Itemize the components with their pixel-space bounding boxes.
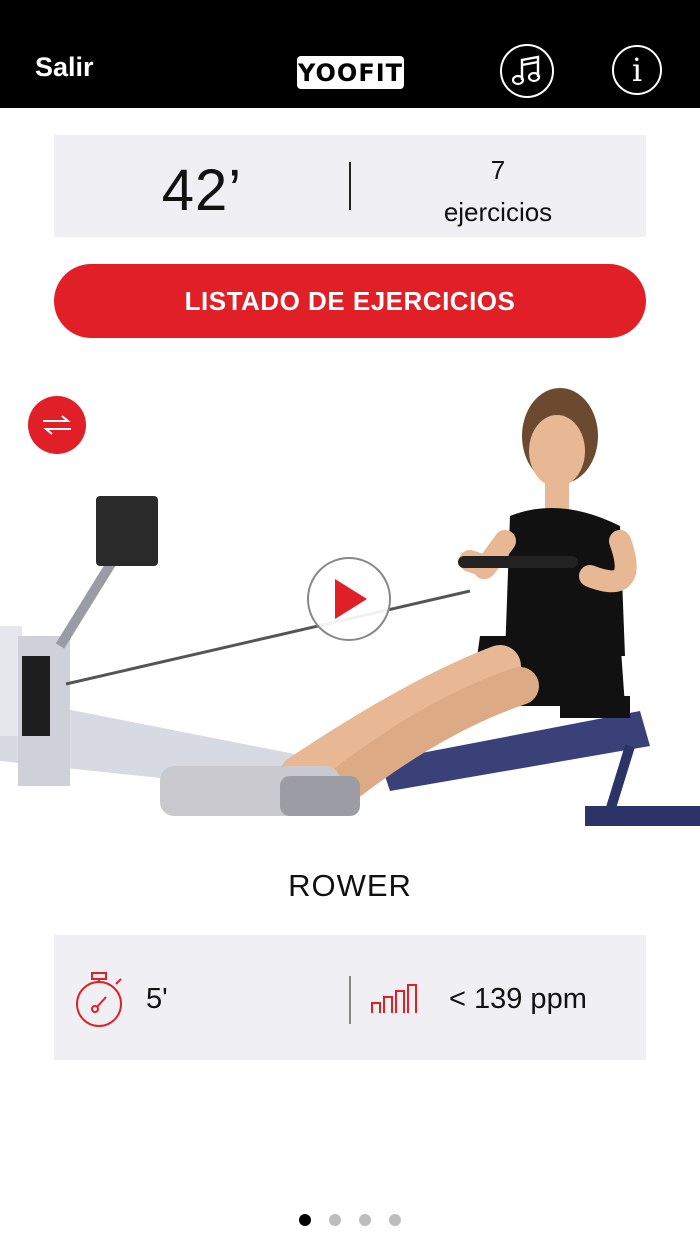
stats-divider bbox=[349, 976, 351, 1024]
play-button[interactable] bbox=[307, 557, 391, 641]
page-dot[interactable] bbox=[389, 1214, 401, 1226]
exercise-count-label: ejercicios bbox=[443, 197, 553, 227]
top-bar: Salir YOOFIT i bbox=[0, 0, 700, 108]
page-dot[interactable] bbox=[329, 1214, 341, 1226]
heart-rate-target: < 139 ppm bbox=[449, 983, 587, 1015]
yoofit-logo: YOOFIT bbox=[297, 56, 404, 89]
page-indicator bbox=[0, 1214, 700, 1228]
total-time: 42’ bbox=[161, 158, 243, 223]
exercise-stats: 5' < 139 ppm bbox=[54, 935, 646, 1060]
exit-button[interactable]: Salir bbox=[35, 52, 94, 83]
info-button[interactable]: i bbox=[612, 45, 662, 95]
workout-summary: 42’ 7 ejercicios bbox=[54, 135, 646, 237]
music-icon bbox=[511, 55, 541, 86]
exercise-list-button[interactable]: LISTADO DE EJERCICIOS bbox=[54, 264, 646, 338]
swap-icon bbox=[43, 415, 71, 435]
logo-text: YOOFIT bbox=[297, 58, 404, 87]
info-icon: i bbox=[631, 51, 643, 89]
exercise-name: ROWER bbox=[288, 868, 412, 903]
page-dot[interactable] bbox=[359, 1214, 371, 1226]
stopwatch-icon bbox=[76, 972, 122, 1027]
heart-rate-zone-icon bbox=[371, 984, 417, 1013]
music-button[interactable] bbox=[500, 44, 554, 98]
switch-exercise-button[interactable] bbox=[28, 396, 86, 454]
page-dot[interactable] bbox=[299, 1214, 311, 1226]
exercise-duration: 5' bbox=[146, 983, 168, 1015]
play-icon bbox=[335, 579, 367, 619]
exercise-count: 7 bbox=[490, 155, 506, 185]
